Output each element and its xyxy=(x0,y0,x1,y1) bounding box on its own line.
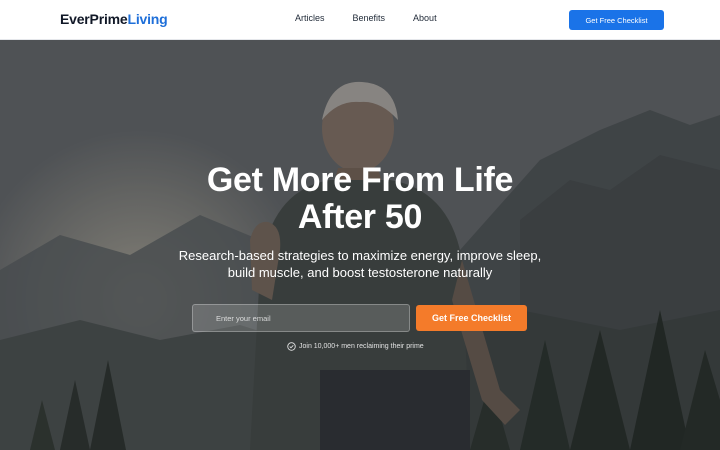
hero-subtitle-line-2: build muscle, and boost testosterone nat… xyxy=(227,265,493,280)
hero-section: Get More From Life After 50 Research-bas… xyxy=(0,40,720,450)
logo[interactable]: EverPrimeLiving xyxy=(60,11,168,27)
nav-link-about[interactable]: About xyxy=(413,13,437,23)
header-cta-button[interactable]: Get Free Checklist xyxy=(569,10,664,30)
hero-subtitle: Research-based strategies to maximize en… xyxy=(150,247,570,281)
social-proof-text: Join 10,000+ men reclaiming their prime xyxy=(299,342,424,350)
social-proof: Join 10,000+ men reclaiming their prime xyxy=(287,340,424,352)
hero-subtitle-line-1: Research-based strategies to maximize en… xyxy=(178,248,542,263)
hero-title-line-1: Get More From Life xyxy=(206,161,514,199)
nav-link-articles[interactable]: Articles xyxy=(295,13,325,23)
check-circle-icon xyxy=(287,341,296,351)
main-nav: Articles Benefits About xyxy=(295,13,465,23)
site-header: EverPrimeLiving Articles Benefits About … xyxy=(0,0,720,40)
hero-title: Get More From Life After 50 xyxy=(100,162,620,236)
hero-cta-button[interactable]: Get Free Checklist xyxy=(416,305,527,331)
hero-title-line-2: After 50 xyxy=(297,198,423,236)
email-input[interactable] xyxy=(192,304,410,332)
nav-link-benefits[interactable]: Benefits xyxy=(353,13,386,23)
logo-text-primary: EverPrime xyxy=(60,11,128,27)
hero-content: Get More From Life After 50 Research-bas… xyxy=(0,40,720,450)
logo-text-accent: Living xyxy=(127,11,168,27)
